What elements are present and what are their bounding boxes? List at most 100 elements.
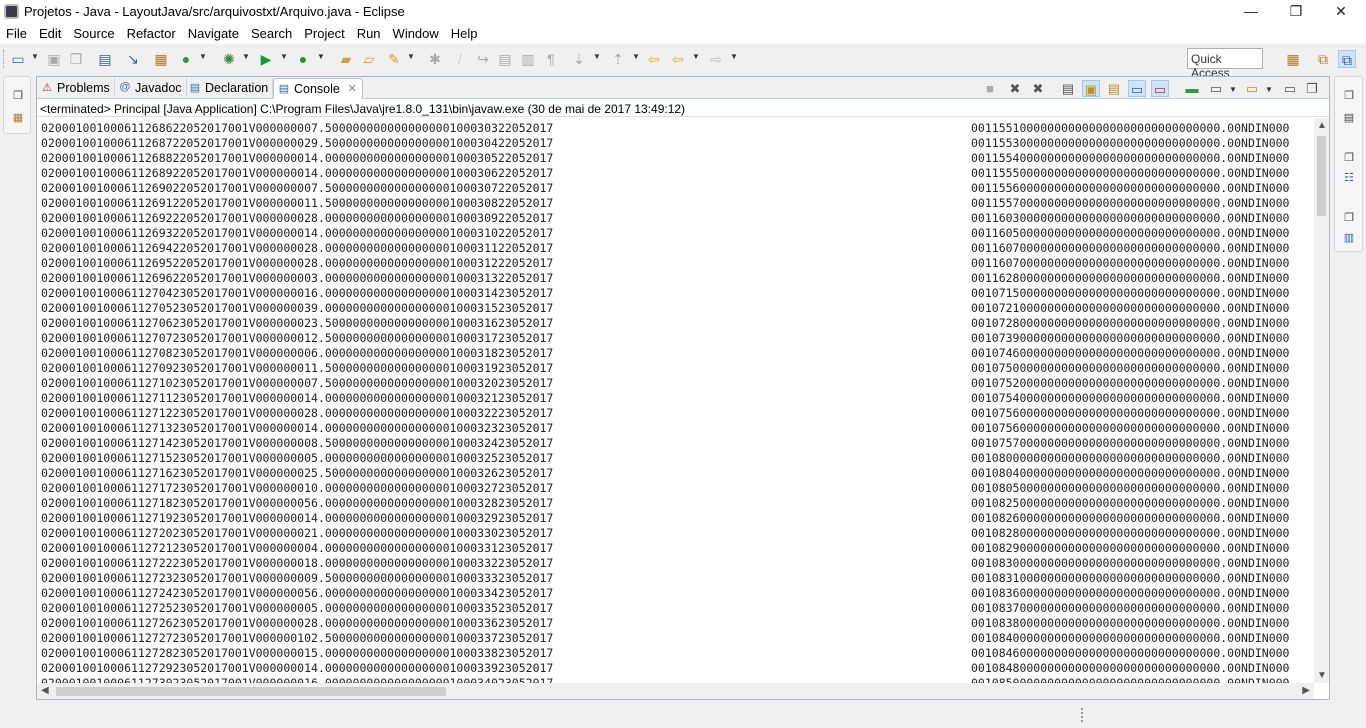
horizontal-scroll-thumb[interactable]	[56, 687, 446, 696]
menu-navigate[interactable]: Navigate	[182, 24, 245, 43]
pin-console-icon[interactable]: ▬	[1183, 80, 1201, 97]
tab-problems[interactable]: ⚠ Problems	[37, 78, 115, 99]
next-annotation-icon[interactable]: ⇣	[570, 50, 588, 68]
annotation-icon[interactable]: /	[451, 50, 469, 68]
eclipse-app-icon	[4, 4, 19, 19]
minimize-button[interactable]: —	[1228, 0, 1274, 24]
scroll-right-icon[interactable]: ▶	[1302, 685, 1310, 696]
package-explorer-icon[interactable]: ▦	[10, 111, 26, 125]
menu-project[interactable]: Project	[298, 24, 350, 43]
menu-run[interactable]: Run	[351, 24, 387, 43]
show-on-stdout-icon[interactable]: ▭	[1128, 80, 1146, 97]
menu-file[interactable]: File	[0, 24, 33, 43]
open-perspective-icon[interactable]: ▦	[1284, 50, 1302, 68]
chevron-down-icon[interactable]: ▼	[407, 52, 415, 61]
scroll-lock-icon[interactable]: ▣	[1082, 80, 1100, 97]
menu-window[interactable]: Window	[387, 24, 445, 43]
chevron-down-icon[interactable]: ▼	[242, 52, 250, 61]
menu-source[interactable]: Source	[67, 24, 120, 43]
search-tool-icon[interactable]: ✎	[385, 50, 403, 68]
vertical-scrollbar[interactable]: ▲ ▼	[1314, 118, 1329, 683]
vertical-scroll-thumb[interactable]	[1317, 136, 1326, 216]
show-on-stderr-icon[interactable]: ▭	[1151, 80, 1169, 97]
scroll-up-icon[interactable]: ▲	[1317, 120, 1327, 131]
chevron-down-icon[interactable]: ▼	[199, 52, 207, 61]
save-all-icon[interactable]: ❐	[67, 50, 85, 68]
console-line-left: 020001001000611273023052017001V000000016…	[41, 676, 554, 683]
run-icon[interactable]: ▶	[257, 50, 275, 68]
tab-javadoc[interactable]: @ Javadoc	[115, 78, 187, 99]
scroll-left-icon[interactable]: ◀	[41, 685, 49, 696]
show-whitespace-icon[interactable]: ▥	[519, 50, 537, 68]
console-line-right: 001155500000000000000000000000000000.00N…	[971, 166, 1290, 180]
chevron-down-icon[interactable]: ▼	[1229, 85, 1237, 94]
word-wrap-icon[interactable]: ▤	[1105, 80, 1123, 97]
quick-access-input[interactable]: Quick Access	[1187, 48, 1263, 80]
palette-icon[interactable]: ▥	[1341, 231, 1357, 245]
menu-refactor[interactable]: Refactor	[121, 24, 182, 43]
new-package-icon[interactable]: ▦	[152, 50, 170, 68]
open-type-icon[interactable]: ▰	[337, 50, 355, 68]
last-edit-icon[interactable]: ⇦	[645, 50, 663, 68]
console-line-left: 020001001000611272423052017001V000000056…	[41, 586, 554, 600]
menu-edit[interactable]: Edit	[33, 24, 67, 43]
menu-help[interactable]: Help	[445, 24, 484, 43]
restore-icon[interactable]: ❐	[10, 89, 26, 103]
open-console-icon[interactable]: ▭	[1243, 80, 1261, 97]
maximize-view-icon[interactable]: ❐	[1303, 80, 1321, 97]
close-tab-icon[interactable]: ✕	[348, 82, 357, 95]
remove-launch-icon[interactable]: ✖	[1006, 80, 1024, 97]
horizontal-scrollbar[interactable]: ◀ ▶	[37, 683, 1314, 699]
word-wrap-icon[interactable]: ▤	[496, 50, 514, 68]
restore-icon[interactable]: ❐	[1341, 89, 1357, 103]
console-line-right: 001085000000000000000000000000000000.00N…	[971, 676, 1290, 683]
chevron-down-icon[interactable]: ▼	[1265, 85, 1273, 94]
task-list-icon[interactable]: ▤	[1341, 111, 1357, 125]
debug-icon[interactable]: ✺	[220, 50, 238, 68]
console-line-right: 001075600000000000000000000000000000.00N…	[971, 421, 1290, 435]
clear-console-icon[interactable]: ▤	[1059, 80, 1077, 97]
pilcrow-icon[interactable]: ¶	[542, 50, 560, 68]
java-ee-perspective-icon[interactable]: ⧉	[1314, 50, 1332, 68]
display-console-icon[interactable]: ▭	[1207, 80, 1225, 97]
console-line: 020001001000611272123052017001V000000004…	[37, 541, 1313, 556]
chevron-down-icon[interactable]: ▼	[280, 52, 288, 61]
forward-icon[interactable]: ⇨	[707, 50, 725, 68]
menu-bar: File Edit Source Refactor Navigate Search Proj…	[0, 24, 1366, 44]
terminate-icon[interactable]: ■	[981, 80, 999, 97]
scroll-down-icon[interactable]: ▼	[1317, 670, 1327, 681]
previous-annotation-icon[interactable]: ⇡	[609, 50, 627, 68]
new-class-icon[interactable]: ●	[177, 50, 195, 68]
open-folder-icon[interactable]: ▱	[360, 50, 378, 68]
chevron-down-icon[interactable]: ▼	[730, 52, 738, 61]
terminal-icon[interactable]: ▤	[96, 50, 114, 68]
save-icon[interactable]: ▣	[45, 50, 63, 68]
menu-search[interactable]: Search	[245, 24, 298, 43]
minimize-view-icon[interactable]: ▭	[1281, 80, 1299, 97]
restore-button[interactable]: ❐	[1273, 0, 1319, 24]
chevron-down-icon[interactable]: ▼	[632, 52, 640, 61]
skip-breakpoints-icon[interactable]: ↘	[124, 50, 142, 68]
chevron-down-icon[interactable]: ▼	[317, 52, 325, 61]
toggle-block-icon[interactable]: ↪	[474, 50, 492, 68]
external-tools-icon[interactable]: ●	[294, 50, 312, 68]
back-icon[interactable]: ⇦	[669, 50, 687, 68]
java-perspective-icon[interactable]: ⧉	[1338, 50, 1356, 68]
restore-icon[interactable]: ❐	[1341, 151, 1357, 165]
remove-all-terminated-icon[interactable]: ✖	[1029, 80, 1047, 97]
chevron-down-icon[interactable]: ▼	[31, 52, 39, 61]
outline-icon[interactable]: ☷	[1341, 171, 1357, 185]
console-line: 020001001000611271923052017001V000000014…	[37, 511, 1313, 526]
close-button[interactable]: ✕	[1318, 0, 1364, 24]
chevron-down-icon[interactable]: ▼	[692, 52, 700, 61]
console-line-right: 001162800000000000000000000000000000.00N…	[971, 271, 1290, 285]
new-icon[interactable]: ▭	[9, 50, 27, 68]
chevron-down-icon[interactable]: ▼	[593, 52, 601, 61]
toggle-mark-icon[interactable]: ✱	[426, 50, 444, 68]
tab-console[interactable]: ▤ Console ✕	[273, 78, 363, 99]
tab-declaration[interactable]: ▤ Declaration	[185, 78, 274, 99]
status-bar-handle[interactable]	[1081, 708, 1083, 722]
console-line-right: 001075000000000000000000000000000000.00N…	[971, 361, 1290, 375]
console-output[interactable]: 020001001000611268622052017001V000000007…	[37, 118, 1313, 683]
restore-icon[interactable]: ❐	[1341, 211, 1357, 225]
